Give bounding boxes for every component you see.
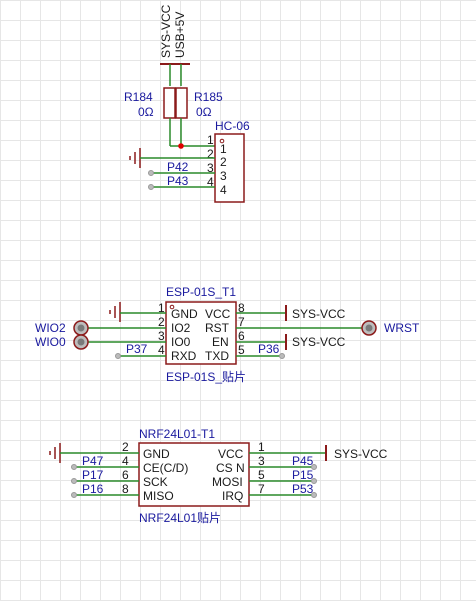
gnd-symbol (129, 148, 141, 168)
nrf-section: NRF24L01-T1 NRF24L01贴片 2 4 6 8 GND CE(C/… (49, 427, 388, 525)
hc06-section: SYS-VCC USB+5V R184 0Ω R185 0Ω HC-06 1 2… (124, 4, 250, 203)
esp-pin-num-2: 2 (158, 315, 165, 329)
nrf-pin-ce: CE(C/D) (143, 461, 188, 475)
esp-gnd-symbol (109, 302, 121, 322)
nrf-vcc-net: SYS-VCC (334, 447, 388, 461)
r184-value: 0Ω (138, 105, 154, 119)
p47-net-port[interactable] (71, 464, 77, 470)
esp-section: ESP-01S_T1 ESP-01S_贴片 1 2 3 4 GND IO2 IO… (35, 285, 420, 384)
wio0-port[interactable] (73, 334, 89, 350)
p37-net-label: P37 (126, 342, 148, 356)
p43-net-port[interactable] (148, 184, 154, 190)
hc06-pin-2: 2 (207, 147, 214, 161)
wrst-port[interactable] (361, 320, 377, 336)
hc06-pin-3-inner: 3 (220, 169, 227, 183)
r185-resistor[interactable] (175, 87, 188, 119)
nrf-pin-num-6: 6 (122, 468, 129, 482)
nrf-pin-num-1: 1 (258, 440, 265, 454)
esp-pin-en: EN (212, 335, 229, 349)
p36-net-port[interactable] (279, 353, 285, 359)
p53-net-label: P53 (292, 482, 314, 496)
hc06-pin-1-inner: 1 (220, 142, 227, 156)
sys-vcc-net-label: SYS-VCC (159, 4, 173, 58)
nrf-pin-vcc: VCC (218, 447, 244, 461)
r185-ref: R185 (194, 90, 223, 104)
esp-pin-vcc: VCC (205, 307, 231, 321)
p45-net-label: P45 (292, 454, 314, 468)
hc06-pin-4-inner: 4 (220, 183, 227, 197)
nrf-pin-csn: CS N (216, 461, 245, 475)
wrst-label: WRST (384, 321, 420, 335)
p17-net-port[interactable] (71, 478, 77, 484)
esp-pin-num-5: 5 (238, 343, 245, 357)
nrf-footprint: NRF24L01贴片 (139, 511, 221, 525)
esp-pin-rst: RST (205, 321, 230, 335)
esp-pin-io2: IO2 (171, 321, 191, 335)
esp-ref: ESP-01S_T1 (166, 285, 236, 299)
esp-pin-num-6: 6 (238, 329, 245, 343)
nrf-pin-miso: MISO (143, 489, 174, 503)
r184-resistor[interactable] (163, 87, 176, 119)
esp-pin-num-3: 3 (158, 329, 165, 343)
usb-5v-net-label: USB+5V (173, 12, 187, 58)
schematic-canvas: SYS-VCC USB+5V R184 0Ω R185 0Ω HC-06 1 2… (35, 4, 420, 525)
esp-pin-num-4: 4 (158, 343, 165, 357)
wio2-port[interactable] (73, 320, 89, 336)
r184-ref: R184 (124, 90, 153, 104)
nrf-pin-num-4: 4 (122, 454, 129, 468)
junction-dot (178, 143, 184, 149)
nrf-pin-sck: SCK (143, 475, 168, 489)
p47-net-label: P47 (82, 454, 104, 468)
wio2-label: WIO2 (35, 321, 66, 335)
hc06-pin-1: 1 (207, 133, 214, 147)
esp-vcc-net-2: SYS-VCC (292, 335, 346, 349)
hc06-ref: HC-06 (215, 119, 250, 133)
nrf-pin-num-2: 2 (122, 440, 129, 454)
r185-value: 0Ω (196, 105, 212, 119)
nrf-gnd-symbol (49, 443, 61, 463)
nrf-pin-irq: IRQ (222, 489, 243, 503)
p17-net-label: P17 (82, 468, 104, 482)
esp-pin-rxd: RXD (171, 349, 197, 363)
esp-pin-io0: IO0 (171, 335, 191, 349)
nrf-pin-num-7: 7 (258, 482, 265, 496)
wio0-label: WIO0 (35, 335, 66, 349)
p15-net-label: P15 (292, 468, 314, 482)
p16-net-port[interactable] (71, 492, 77, 498)
esp-pin-txd: TXD (205, 349, 229, 363)
nrf-ref: NRF24L01-T1 (139, 427, 215, 441)
nrf-pin-mosi: MOSI (212, 475, 243, 489)
esp-pin-num-7: 7 (238, 315, 245, 329)
p43-net-label: P43 (167, 174, 189, 188)
p37-net-port[interactable] (115, 353, 121, 359)
hc06-pin-2-inner: 2 (220, 155, 227, 169)
esp-pin-gnd: GND (171, 307, 198, 321)
esp-vcc-net-1: SYS-VCC (292, 307, 346, 321)
p36-net-label: P36 (258, 342, 280, 356)
nrf-pin-num-3: 3 (258, 454, 265, 468)
esp-footprint: ESP-01S_贴片 (166, 370, 246, 384)
nrf-pin-gnd: GND (143, 447, 170, 461)
nrf-pin-num-8: 8 (122, 482, 129, 496)
p42-net-port[interactable] (148, 170, 154, 176)
nrf-pin-num-5: 5 (258, 468, 265, 482)
p42-net-label: P42 (167, 160, 189, 174)
p16-net-label: P16 (82, 482, 104, 496)
